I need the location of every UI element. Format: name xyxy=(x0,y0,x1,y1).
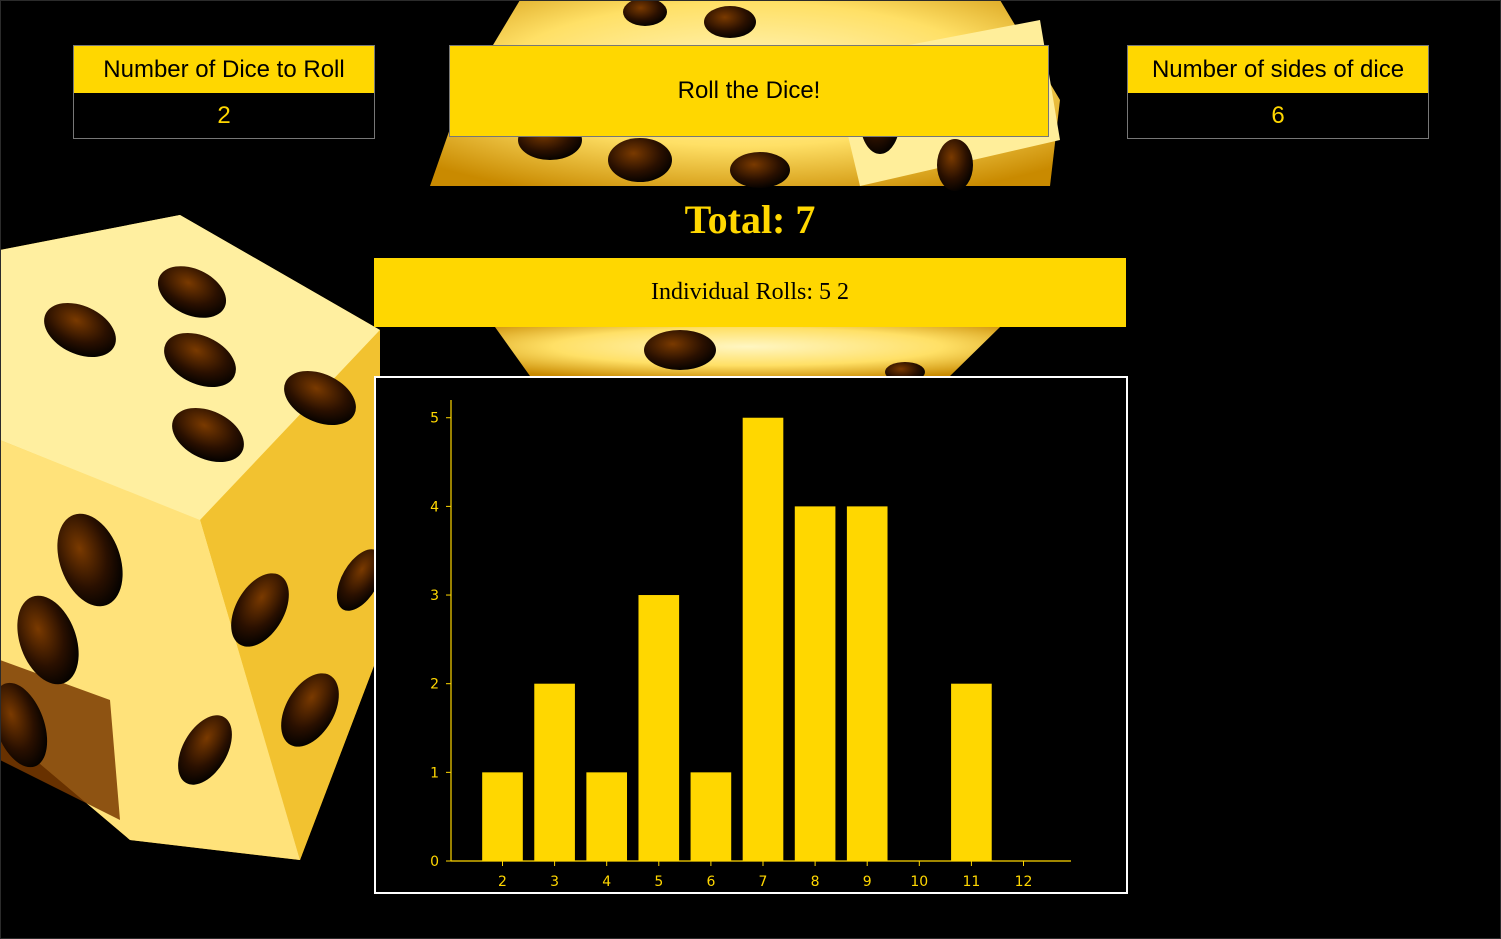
y-tick-label: 1 xyxy=(430,765,439,781)
x-tick-label: 7 xyxy=(759,874,768,890)
y-tick-label: 2 xyxy=(430,677,439,693)
y-tick-label: 0 xyxy=(430,854,439,870)
roll-histogram-chart: 0123452 3 4 5 6 7 8 9 10 11 12 xyxy=(430,400,1071,890)
histogram-bar xyxy=(638,595,680,861)
histogram-bar xyxy=(742,417,784,861)
dice-sides-input[interactable]: 6 xyxy=(1128,93,1428,138)
dice-count-field[interactable]: Number of Dice to Roll 2 xyxy=(73,45,375,139)
histogram-bar xyxy=(846,506,888,861)
roll-dice-button[interactable]: Roll the Dice! xyxy=(449,45,1049,137)
y-tick-label: 5 xyxy=(430,411,439,427)
y-tick-label: 4 xyxy=(430,499,439,515)
total-text: Total: 7 xyxy=(684,197,816,242)
x-tick-label: 5 xyxy=(654,874,663,890)
y-tick-label: 3 xyxy=(430,588,439,604)
x-tick-label: 10 xyxy=(910,874,928,890)
x-tick-label: 8 xyxy=(811,874,820,890)
dice-sides-field[interactable]: Number of sides of dice 6 xyxy=(1127,45,1429,139)
dice-count-input[interactable]: 2 xyxy=(74,93,374,138)
histogram-bar xyxy=(586,772,628,861)
histogram-bar xyxy=(951,683,992,861)
x-tick-label: 3 xyxy=(550,874,559,890)
histogram-bar xyxy=(794,506,836,861)
histogram-bar xyxy=(482,772,523,861)
dice-count-label: Number of Dice to Roll xyxy=(74,46,374,93)
x-tick-label: 9 xyxy=(863,874,872,890)
x-tick-label: 11 xyxy=(962,874,980,890)
individual-rolls-text: Individual Rolls: 5 2 xyxy=(374,258,1126,327)
histogram-bar xyxy=(690,772,732,861)
x-tick-label: 12 xyxy=(1015,874,1033,890)
dice-sides-label: Number of sides of dice xyxy=(1128,46,1428,93)
x-tick-label: 6 xyxy=(706,874,715,890)
histogram-bar xyxy=(534,683,575,861)
x-tick-label: 4 xyxy=(602,874,611,890)
x-tick-label: 2 xyxy=(498,874,507,890)
roll-histogram-panel: 0 1 2 3 4 5 2 3 4 5 6 7 8 9 10 11 12 xyxy=(374,376,1128,894)
